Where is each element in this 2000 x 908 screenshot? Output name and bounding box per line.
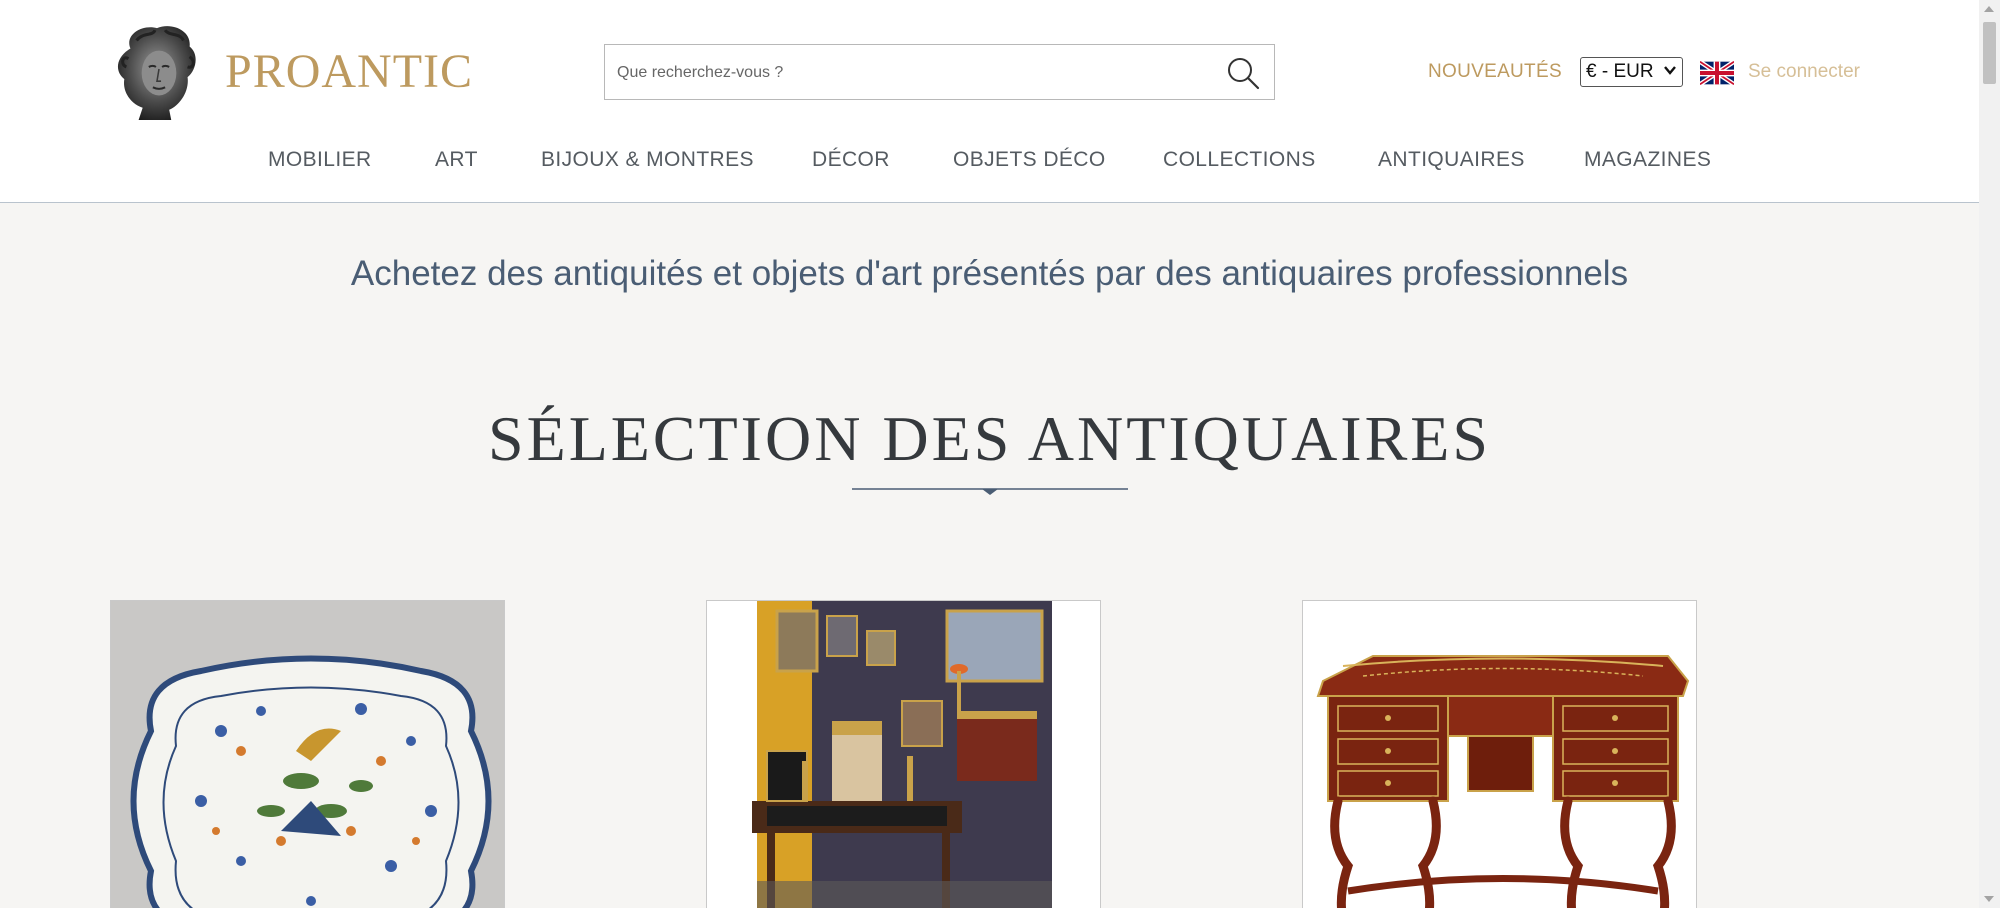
page: PROANTIC NOUVEAUTÉS € - EUR Se connecter…: [0, 0, 1979, 908]
login-link[interactable]: Se connecter: [1748, 61, 1860, 83]
nav-item-collections[interactable]: COLLECTIONS: [1163, 148, 1316, 172]
brand-logo-text[interactable]: PROANTIC: [225, 44, 473, 99]
product-image-boulle-desk: [1303, 601, 1696, 908]
logo-bust-icon[interactable]: [108, 20, 210, 122]
product-image-furnished-room: [707, 601, 1100, 908]
uk-flag-icon[interactable]: [1700, 61, 1734, 85]
news-link[interactable]: NOUVEAUTÉS: [1428, 61, 1562, 83]
site-header: PROANTIC NOUVEAUTÉS € - EUR Se connecter…: [0, 0, 1979, 203]
currency-selected-value: € - EUR: [1586, 61, 1654, 82]
nav-item-bijoux-montres[interactable]: BIJOUX & MONTRES: [541, 148, 754, 172]
tagline: Achetez des antiquités et objets d'art p…: [350, 254, 1629, 293]
search-bar: [604, 44, 1275, 101]
nav-item-decor[interactable]: DÉCOR: [812, 148, 890, 172]
nav-item-magazines[interactable]: MAGAZINES: [1584, 148, 1711, 172]
product-card-faience-platter[interactable]: [110, 600, 505, 908]
scrollbar-thumb[interactable]: [1983, 22, 1996, 84]
nav-item-mobilier[interactable]: MOBILIER: [268, 148, 372, 172]
search-icon[interactable]: [1224, 54, 1262, 92]
product-card-boulle-desk[interactable]: [1302, 600, 1697, 908]
product-image-faience-platter: [111, 601, 504, 908]
title-divider: [852, 488, 1128, 495]
nav-item-objets-deco[interactable]: OBJETS DÉCO: [953, 148, 1106, 172]
main-nav: MOBILIER ART BIJOUX & MONTRES DÉCOR OBJE…: [0, 148, 1979, 178]
scroll-down-icon[interactable]: [1984, 896, 1994, 902]
search-input[interactable]: [615, 45, 1199, 101]
section-title: SÉLECTION DES ANTIQUAIRES: [488, 403, 1491, 474]
nav-item-art[interactable]: ART: [435, 148, 478, 172]
page-scrollbar[interactable]: [1979, 0, 2000, 908]
product-card-furnished-room[interactable]: [706, 600, 1101, 908]
scroll-up-icon[interactable]: [1984, 6, 1994, 12]
currency-select[interactable]: € - EUR: [1580, 57, 1683, 87]
nav-item-antiquaires[interactable]: ANTIQUAIRES: [1378, 148, 1525, 172]
chevron-down-icon: [1664, 66, 1676, 75]
